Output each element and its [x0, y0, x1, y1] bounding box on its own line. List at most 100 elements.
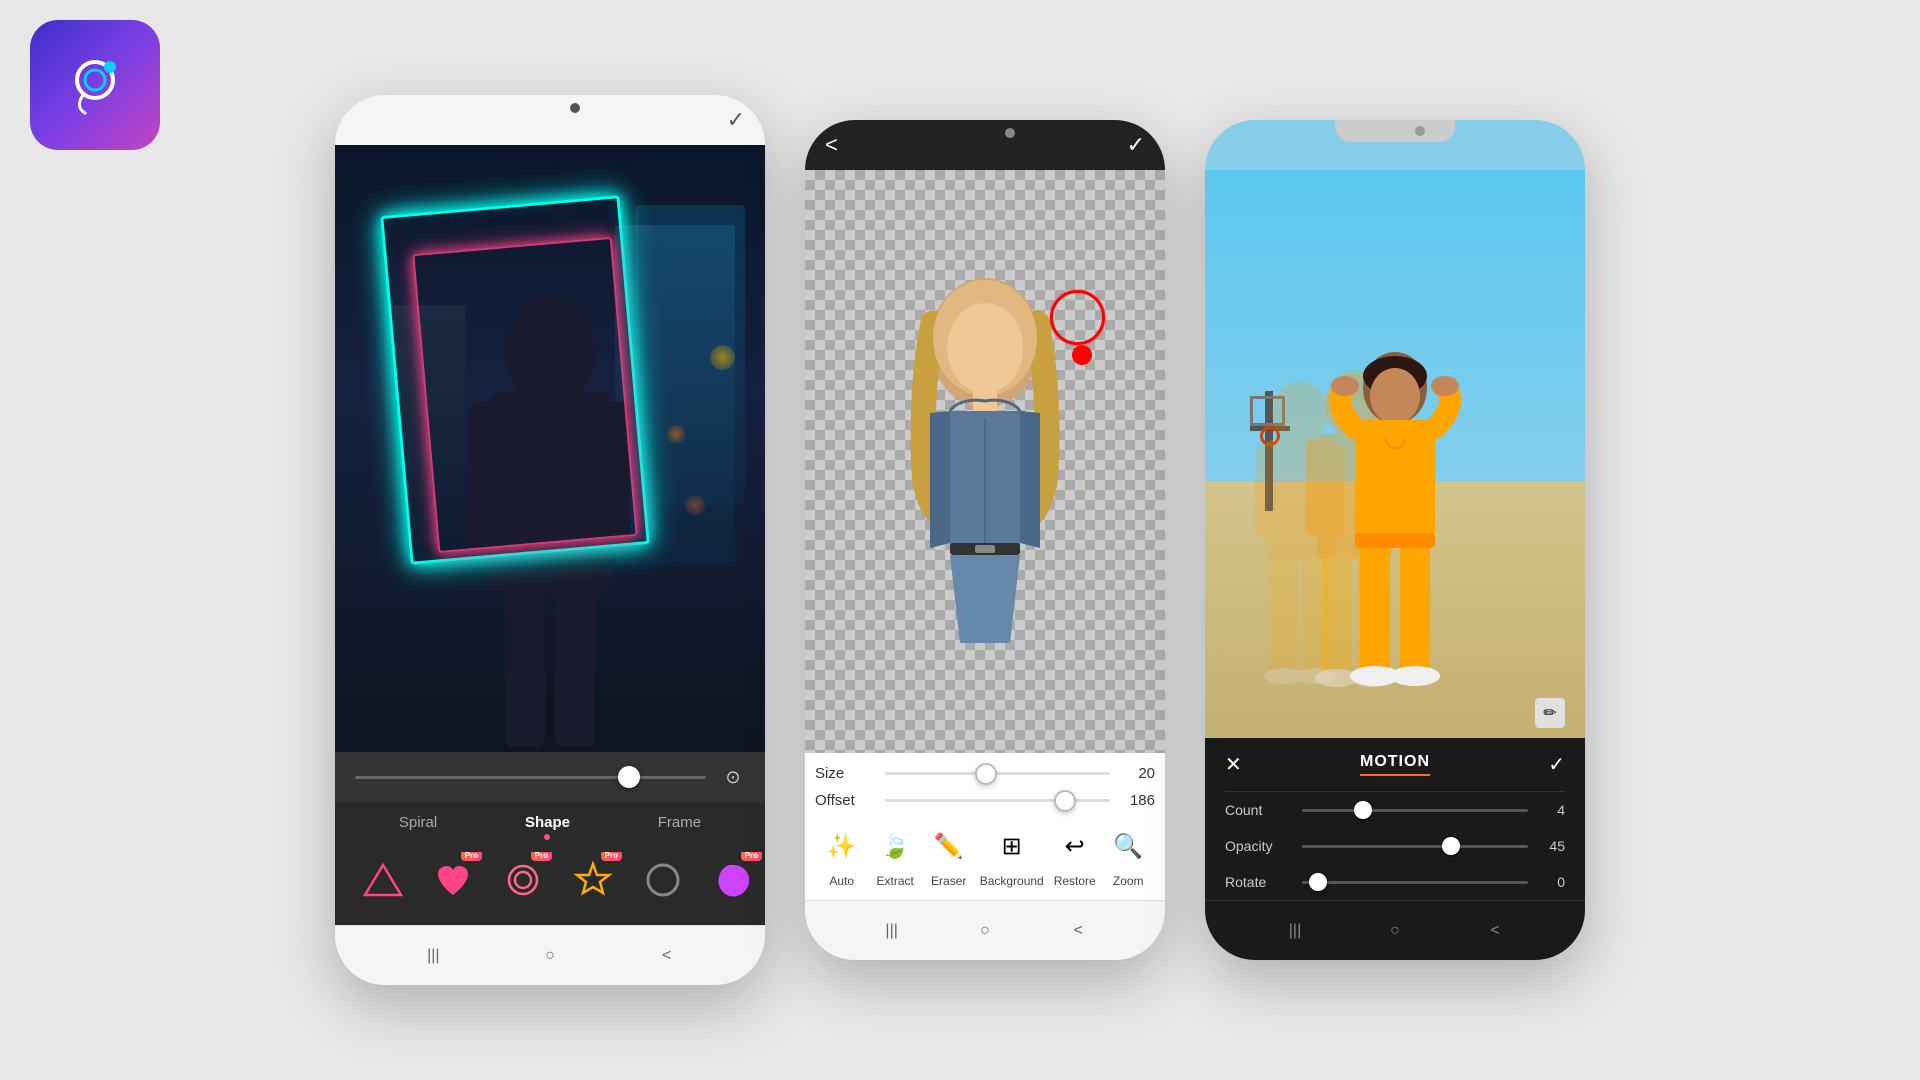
shape-blob[interactable]: Pro [705, 852, 760, 907]
auto-icon: ✨ [819, 824, 864, 869]
phone3-check-button[interactable]: ✓ [1548, 752, 1565, 777]
phone1-nav-back[interactable]: < [653, 942, 681, 970]
phone3-top-bar [1205, 120, 1585, 170]
shape-ring[interactable] [635, 852, 690, 907]
phone2-nav-back[interactable]: < [1064, 917, 1092, 945]
phone2-top-bar: < ✓ [805, 120, 1165, 170]
phone2-back-button[interactable]: < [825, 132, 838, 158]
tool-eraser-label: Eraser [931, 874, 966, 888]
tool-extract-label: Extract [877, 874, 914, 888]
phone1-neon-canvas [335, 145, 765, 752]
phone1-bottom-nav: ||| ○ < [335, 925, 765, 985]
tool-background[interactable]: ⊞ Background [980, 824, 1044, 888]
phone2-tool-icons: ✨ Auto 🍃 Extract ✏️ Eraser ⊞ Background [815, 819, 1155, 888]
shape-heart[interactable]: Pro [425, 852, 480, 907]
phone2-bottom-nav: ||| ○ < [805, 900, 1165, 960]
phone3-rotate-row: Rotate 0 [1225, 864, 1565, 900]
tool-auto-label: Auto [829, 874, 854, 888]
phone2-nav-home[interactable]: ○ [971, 917, 999, 945]
phone2-size-thumb[interactable] [975, 763, 997, 785]
main-scene: ✓ [0, 0, 1920, 1080]
phone1-slider-track[interactable] [355, 776, 706, 779]
pro-badge-star: Pro [601, 852, 622, 861]
tool-zoom-label: Zoom [1113, 874, 1144, 888]
phone3-count-label: Count [1225, 802, 1290, 818]
tool-auto[interactable]: ✨ Auto [819, 824, 864, 888]
phone3-opacity-label: Opacity [1225, 838, 1290, 854]
phone1-screen: ⊙ Spiral Shape Frame [335, 145, 765, 925]
phone2-size-value: 20 [1120, 765, 1155, 782]
tab-frame[interactable]: Frame [658, 814, 701, 840]
phone2-screen: Size 20 Offset 186 ✨ Auto [805, 170, 1165, 900]
pro-badge-circle: Pro [531, 852, 552, 861]
phone1-tabs: Spiral Shape Frame [335, 814, 765, 840]
phone2-check-button[interactable]: ✓ [1127, 132, 1145, 158]
phone3-opacity-value: 45 [1540, 838, 1565, 854]
phone2-tool-bar: Size 20 Offset 186 ✨ Auto [805, 753, 1165, 900]
phone3-opacity-row: Opacity 45 [1225, 828, 1565, 864]
phone1-slider-thumb[interactable] [618, 766, 640, 788]
eraser-dot-tool [1072, 345, 1092, 365]
tool-restore-label: Restore [1054, 874, 1096, 888]
phone1-top-bar: ✓ [335, 95, 765, 145]
phone3-rotate-value: 0 [1540, 874, 1565, 890]
phone3-close-button[interactable]: ✕ [1225, 752, 1242, 777]
tab-spiral[interactable]: Spiral [399, 814, 437, 840]
neon-inner-rect [412, 237, 637, 553]
tool-eraser[interactable]: ✏️ Eraser [926, 824, 971, 888]
phone2-size-row: Size 20 [815, 765, 1155, 782]
phone3-nav-back[interactable]: < [1481, 917, 1509, 945]
phone3-notch-dot [1415, 126, 1425, 136]
shape-star[interactable]: Pro [565, 852, 620, 907]
phone2-offset-track[interactable] [885, 799, 1110, 802]
phone3-motion-controls: ✕ MOTION ✓ Count 4 Opacity [1205, 738, 1585, 900]
phone3-rotate-thumb[interactable] [1309, 873, 1327, 891]
phone2-offset-label: Offset [815, 792, 875, 809]
phone3-count-thumb[interactable] [1354, 801, 1372, 819]
phone1-check-button[interactable]: ✓ [727, 107, 745, 133]
phone3-eraser-pencil-icon[interactable]: ✏ [1535, 698, 1565, 728]
tool-background-label: Background [980, 874, 1044, 888]
phone1-notch [490, 95, 610, 121]
phone3-motion-header: ✕ MOTION ✓ [1225, 738, 1565, 792]
phone3-count-row: Count 4 [1225, 792, 1565, 828]
tool-extract[interactable]: 🍃 Extract [873, 824, 918, 888]
phone3-bottom-nav: ||| ○ < [1205, 900, 1585, 960]
eraser-circle-tool [1050, 290, 1105, 345]
phone1-nav-home[interactable]: ○ [536, 942, 564, 970]
eraser-icon: ✏️ [926, 824, 971, 869]
tool-restore[interactable]: ↩ Restore [1052, 824, 1097, 888]
zoom-icon: 🔍 [1106, 824, 1151, 869]
phone2-checker-canvas [805, 170, 1165, 753]
phone3-count-track[interactable] [1302, 809, 1528, 812]
tab-shape[interactable]: Shape [525, 814, 570, 840]
phone1-slider-icon: ⊙ [721, 765, 745, 789]
phone1-shape-icons: Pro Pro Pro [335, 852, 765, 917]
phone3-rotate-track[interactable] [1302, 881, 1528, 884]
shape-circle-double[interactable]: Pro [495, 852, 550, 907]
restore-icon: ↩ [1052, 824, 1097, 869]
phone3-opacity-track[interactable] [1302, 845, 1528, 848]
phone3-notch [1335, 120, 1455, 142]
phone3-nav-home[interactable]: ○ [1381, 917, 1409, 945]
phone-1: ✓ [335, 95, 765, 985]
phone3-rotate-label: Rotate [1225, 874, 1290, 890]
shape-triangle[interactable] [355, 852, 410, 907]
phone3-motion-canvas: ✏ [1205, 170, 1585, 738]
phone2-size-track[interactable] [885, 772, 1110, 775]
phone2-size-label: Size [815, 765, 875, 782]
phone2-offset-thumb[interactable] [1054, 790, 1076, 812]
phone1-nav-menu[interactable]: ||| [419, 942, 447, 970]
phone1-notch-dot [570, 103, 580, 113]
phone2-offset-row: Offset 186 [815, 792, 1155, 809]
phone3-count-value: 4 [1540, 802, 1565, 818]
phone3-opacity-thumb[interactable] [1442, 837, 1460, 855]
phone3-motion-title: MOTION [1360, 753, 1430, 776]
phone3-nav-menu[interactable]: ||| [1281, 917, 1309, 945]
phone2-nav-menu[interactable]: ||| [878, 917, 906, 945]
pro-badge-heart: Pro [461, 852, 482, 861]
tool-zoom[interactable]: 🔍 Zoom [1106, 824, 1151, 888]
phone2-notch [925, 120, 1045, 146]
phone2-notch-dot [1005, 128, 1015, 138]
phone1-slider-bar: ⊙ [335, 752, 765, 802]
